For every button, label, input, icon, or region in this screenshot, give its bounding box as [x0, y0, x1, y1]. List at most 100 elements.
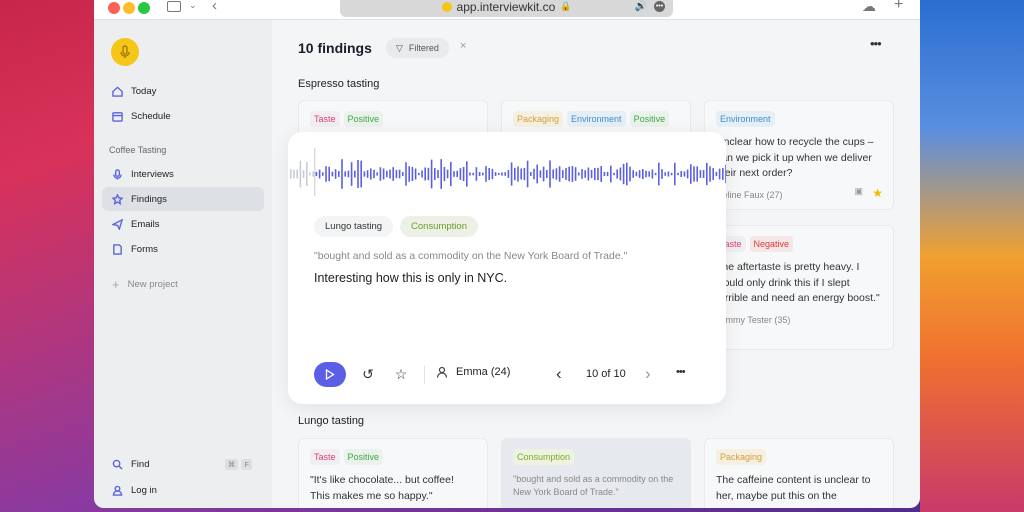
login-label: Log in	[131, 484, 157, 496]
waveform-bar	[462, 166, 465, 182]
site-favicon	[441, 1, 452, 12]
waveform-bar	[450, 161, 452, 187]
previous-icon[interactable]: ‹	[556, 364, 562, 384]
tag: Negative	[749, 236, 794, 252]
waveform-bar	[389, 169, 391, 179]
waveform-bar	[504, 172, 506, 176]
star-icon	[112, 193, 123, 205]
back-icon[interactable]: ‹	[212, 0, 217, 14]
waveform-bar	[699, 170, 702, 178]
waveform-bar	[386, 170, 388, 178]
waveform-bar	[658, 162, 660, 186]
star-filled-icon[interactable]: ★	[872, 186, 883, 202]
waveform-bar	[494, 172, 497, 176]
filter-button[interactable]: ▽ Filtered	[386, 38, 449, 58]
finding-card[interactable]: Taste Positive "It's like chocolate... but…	[298, 438, 488, 508]
waveform-bar	[533, 168, 535, 180]
next-icon[interactable]: ›	[645, 364, 651, 384]
sidebar-item-interviews[interactable]: Interviews	[102, 162, 264, 186]
waveform-bar	[475, 167, 478, 181]
waveform-bar	[421, 170, 423, 178]
waveform-bar	[459, 168, 462, 180]
new-project-label: New project	[127, 278, 178, 290]
cloud-icon[interactable]: ☁	[862, 0, 876, 15]
tag: Packaging	[716, 449, 767, 465]
finding-card[interactable]: Consumption "bought and sold as a commodi…	[501, 438, 691, 508]
note-text[interactable]: Interesting how this is only in NYC.	[314, 271, 507, 285]
sidebar-item-forms[interactable]: Forms	[102, 237, 264, 261]
replay-icon[interactable]: ↺	[359, 365, 377, 383]
waveform-bar	[574, 167, 577, 181]
login-button[interactable]: Log in	[102, 478, 264, 502]
finding-text: "bought and sold as a commodity on the N…	[513, 474, 674, 497]
finding-text: The caffeine content is unclear to her, …	[716, 474, 871, 502]
section-title: Espresso tasting	[298, 78, 380, 90]
waveform-bar	[360, 160, 362, 188]
waveform-bar	[350, 162, 353, 186]
chevron-down-icon[interactable]: ⌄	[189, 0, 197, 11]
audio-waveform[interactable]	[288, 142, 726, 202]
new-project-button[interactable]: + New project	[102, 272, 264, 296]
waveform-bar	[437, 169, 439, 179]
find-label: Find	[131, 458, 150, 470]
find-button[interactable]: Find ⌘ F	[102, 452, 264, 476]
waveform-bar	[696, 166, 698, 182]
more-icon[interactable]: •••	[654, 1, 665, 12]
waveform-bar	[613, 172, 615, 176]
new-tab-icon[interactable]: +	[894, 0, 903, 14]
app-logo[interactable]	[111, 38, 139, 66]
sidebar-item-schedule[interactable]: Schedule	[102, 104, 264, 128]
finding-author: Tommy Tester (35)	[716, 314, 791, 325]
waveform-bar	[325, 166, 327, 182]
home-icon	[112, 85, 123, 97]
waveform-bar	[395, 169, 398, 179]
close-button[interactable]	[108, 2, 120, 14]
waveform-bar	[328, 166, 330, 182]
sidebar-toggle-icon[interactable]	[167, 1, 181, 12]
url-bar[interactable]: app.interviewkit.co 🔒 🔊 •••	[340, 0, 673, 17]
waveform-bar	[606, 171, 609, 177]
minimize-button[interactable]	[123, 2, 135, 14]
tag-chip[interactable]: Consumption	[400, 216, 478, 237]
waveform-bar	[485, 166, 487, 182]
waveform-bar	[405, 162, 407, 186]
waveform-bar	[373, 169, 375, 179]
play-button[interactable]	[314, 362, 346, 387]
waveform-bar	[661, 169, 663, 179]
more-options-icon[interactable]: •••	[870, 36, 882, 51]
maximize-button[interactable]	[138, 2, 150, 14]
finding-card[interactable]: Packaging The caffeine content is unclear…	[704, 438, 894, 508]
waveform-bar	[347, 170, 350, 178]
filter-icon: ▽	[396, 42, 403, 53]
waveform-bar	[520, 168, 522, 180]
document-icon	[113, 243, 122, 255]
waveform-bar	[619, 167, 622, 181]
person-button[interactable]: Emma (24)	[436, 366, 510, 378]
sidebar-item-findings[interactable]: Findings	[102, 187, 264, 211]
waveform-bar	[411, 166, 414, 182]
play-icon	[325, 369, 335, 380]
sidebar-item-label: Emails	[131, 218, 160, 230]
waveform-bar	[366, 170, 369, 178]
waveform-bar	[491, 168, 494, 180]
more-options-icon[interactable]: •••	[676, 366, 686, 378]
clear-filter-icon[interactable]: ×	[460, 40, 466, 52]
sidebar-item-label: Today	[131, 85, 157, 97]
waveform-bar	[478, 171, 481, 177]
waveform-bar	[392, 167, 394, 181]
audio-icon[interactable]: 🔊	[635, 1, 647, 12]
sidebar-item-emails[interactable]: Emails	[102, 212, 264, 236]
search-icon	[112, 459, 123, 470]
sidebar-item-today[interactable]: Today	[102, 79, 264, 103]
finding-card[interactable]: Taste Negative The aftertaste is pretty he…	[704, 225, 894, 350]
person-name: Emma (24)	[456, 366, 511, 378]
playhead[interactable]	[314, 148, 316, 196]
waveform-bar	[299, 160, 302, 188]
waveform-bar	[629, 166, 631, 182]
waveform-bar	[690, 164, 692, 184]
waveform-bar	[664, 172, 666, 176]
waveform-bar	[440, 159, 442, 189]
star-icon[interactable]: ☆	[392, 365, 410, 383]
finding-card[interactable]: Environment Unclear how to recycle the cu…	[704, 100, 894, 210]
interview-chip[interactable]: Lungo tasting	[314, 216, 394, 237]
